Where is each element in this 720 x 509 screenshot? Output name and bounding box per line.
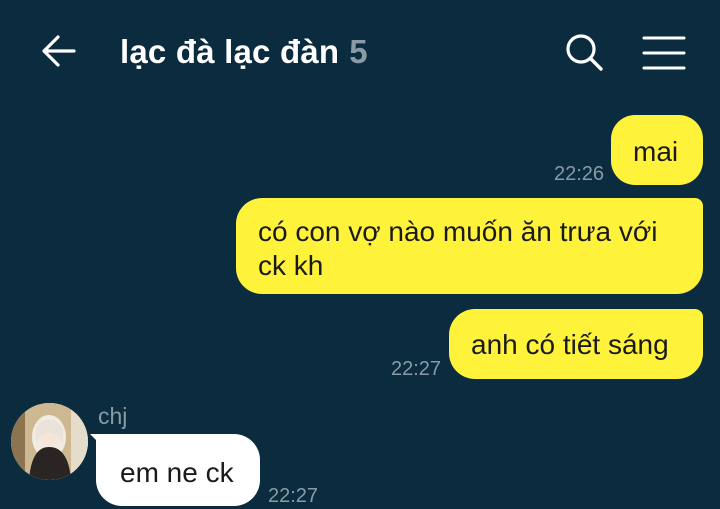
avatar[interactable] (11, 403, 88, 480)
menu-button[interactable] (640, 34, 688, 72)
outgoing-message[interactable]: anh có tiết sáng (449, 309, 703, 379)
outgoing-message[interactable]: mai (611, 115, 703, 185)
chat-title[interactable]: lạc đà lạc đàn 5 (120, 33, 368, 71)
message-text: mai (633, 136, 679, 167)
message-text: có con vợ nào muốn ăn trưa với ck kh (258, 216, 658, 281)
message-time: 22:27 (268, 485, 319, 507)
chat-title-text: lạc đà lạc đàn (120, 33, 340, 70)
message-text: anh có tiết sáng (471, 329, 669, 360)
back-button[interactable] (34, 26, 84, 76)
outgoing-message[interactable]: có con vợ nào muốn ăn trưa với ck kh (236, 198, 703, 294)
chat-screen: lạc đà lạc đàn 5 22:26 mai có con vợ nào … (0, 0, 720, 509)
menu-icon (642, 36, 686, 70)
message-time: 22:27 (391, 358, 442, 380)
member-count: 5 (349, 33, 368, 70)
chat-header: lạc đà lạc đàn 5 (0, 0, 720, 104)
message-text: em ne ck (120, 457, 234, 488)
message-time: 22:26 (554, 163, 605, 185)
incoming-message[interactable]: em ne ck (96, 434, 260, 506)
search-button[interactable] (562, 30, 606, 74)
user-avatar-image (11, 403, 88, 480)
search-icon (566, 34, 603, 71)
sender-name: chj (98, 403, 128, 429)
arrow-left-icon (42, 35, 76, 67)
